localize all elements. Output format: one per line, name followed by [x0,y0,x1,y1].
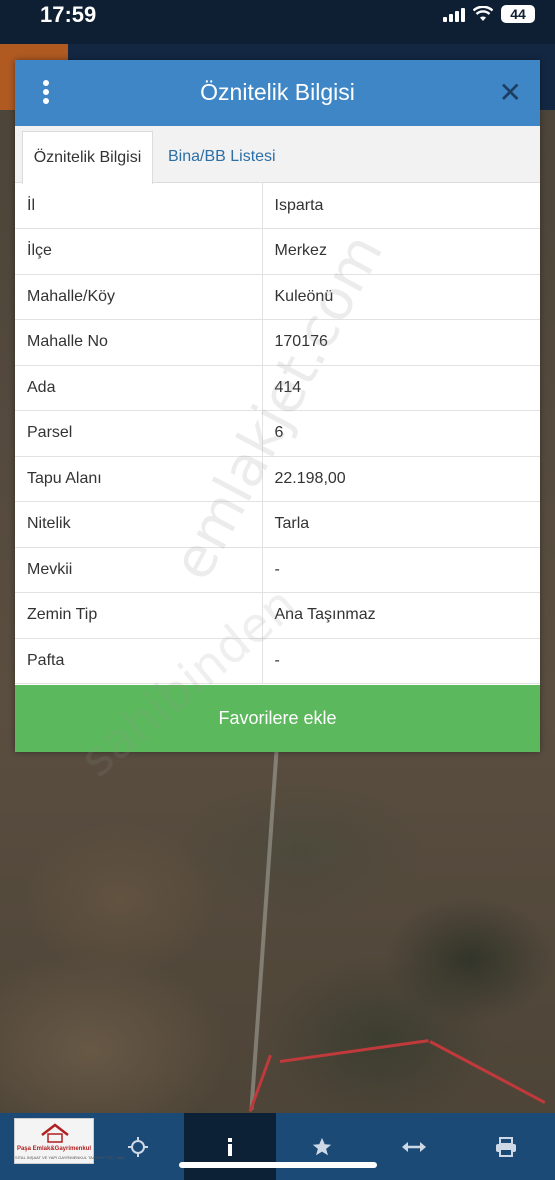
map-road [249,750,279,1110]
house-logo-icon [41,1123,69,1143]
locate-button[interactable] [92,1113,184,1180]
dialog-tabs: Öznitelik Bilgisi Bina/BB Listesi [15,126,540,184]
tab-building-list[interactable]: Bina/BB Listesi [168,131,276,184]
table-row: Pafta - [15,638,540,684]
attribute-value: 6 [262,410,540,457]
wifi-icon [473,6,493,21]
table-row: Nitelik Tarla [15,501,540,548]
attribute-value: Kuleönü [262,274,540,320]
star-icon [312,1137,332,1155]
table-row: Tapu Alanı 22.198,00 [15,456,540,502]
attribute-value: - [262,547,540,593]
attribute-key: Zemin Tip [15,592,263,639]
table-row: İl Isparta [15,183,540,229]
close-icon[interactable]: ✕ [499,76,522,109]
home-indicator[interactable] [179,1162,377,1168]
attribute-table: İl Isparta İlçe Merkez Mahalle/Köy Kuleönü Mah… [15,183,540,684]
attribute-key: Parsel [15,410,263,457]
attribute-value: Tarla [262,501,540,548]
logo-subtext: SİTAL İNŞAAT VE YAPI GAYRİMENKUL TAAHHÜT… [15,1155,126,1160]
measure-icon [402,1141,426,1152]
measure-button[interactable] [368,1113,460,1180]
add-to-favorites-button[interactable]: Favorilere ekle [15,685,540,752]
bottom-toolbar: Paşa Emlak&Gayrimenkul SİTAL İNŞAAT VE Y… [0,1113,555,1180]
parcel-boundary-line [279,1039,429,1063]
info-button[interactable] [184,1113,276,1180]
table-row: İlçe Merkez [15,228,540,275]
parcel-boundary-line [429,1040,546,1104]
attribute-key: İlçe [15,228,263,275]
table-row: Mevkii - [15,547,540,593]
crosshair-icon [128,1136,148,1157]
attribute-key: Mahalle/Köy [15,274,263,320]
favorites-button[interactable] [276,1113,368,1180]
attribute-value: 170176 [262,319,540,366]
table-row: Zemin Tip Ana Taşınmaz [15,592,540,639]
print-icon [496,1136,516,1157]
table-row: Ada 414 [15,365,540,411]
company-logo: Paşa Emlak&Gayrimenkul SİTAL İNŞAAT VE Y… [14,1118,126,1164]
attribute-value: 22.198,00 [262,456,540,502]
attribute-value: Ana Taşınmaz [262,592,540,639]
status-bar: 17:59 44 [0,0,555,44]
status-time: 17:59 [40,2,97,27]
attribute-value: - [262,638,540,684]
attribute-value: 414 [262,365,540,411]
dialog-title: Öznitelik Bilgisi [200,79,355,105]
attribute-value: Merkez [262,228,540,275]
dialog-header: Öznitelik Bilgisi ✕ [15,60,540,126]
attribute-info-dialog: Öznitelik Bilgisi ✕ Öznitelik Bilgisi Bi… [15,60,540,752]
signal-icon [443,6,465,22]
attribute-key: Nitelik [15,501,263,548]
attribute-key: Mevkii [15,547,263,593]
table-row: Mahalle/Köy Kuleönü [15,274,540,320]
attribute-key: İl [15,183,263,229]
table-row: Mahalle No 170176 [15,319,540,366]
tab-attribute-info[interactable]: Öznitelik Bilgisi [22,131,153,184]
table-row: Parsel 6 [15,410,540,457]
attribute-key: Tapu Alanı [15,456,263,502]
info-icon [228,1137,232,1156]
attribute-key: Ada [15,365,263,411]
logo-text: Paşa Emlak&Gayrimenkul [16,1146,92,1152]
battery-indicator: 44 [501,5,535,23]
attribute-value: Isparta [262,183,540,229]
attribute-key: Mahalle No [15,319,263,366]
print-button[interactable] [460,1113,552,1180]
attribute-key: Pafta [15,638,263,684]
